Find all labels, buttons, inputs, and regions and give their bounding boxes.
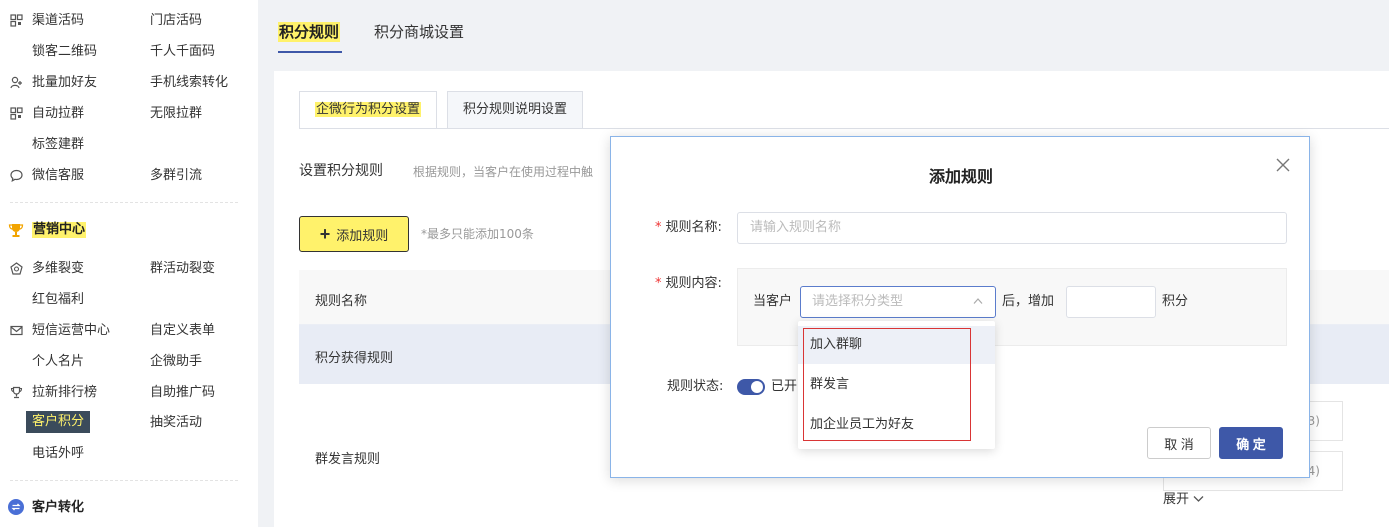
sidebar-item-red-packet[interactable]: 红包福利 bbox=[32, 292, 84, 308]
add-rule-button[interactable]: + 添加规则 bbox=[299, 216, 409, 252]
sidebar-item-custom-form[interactable]: 自定义表单 bbox=[150, 323, 215, 339]
sidebar-item-auto-group[interactable]: 自动拉群 bbox=[32, 106, 84, 122]
fission-icon bbox=[10, 262, 23, 275]
sidebar-item-lock-qrcode[interactable]: 锁客二维码 bbox=[32, 44, 97, 60]
cancel-button[interactable]: 取 消 bbox=[1147, 427, 1211, 459]
subtab-rule-description[interactable]: 积分规则说明设置 bbox=[447, 91, 584, 129]
trophy-icon bbox=[8, 222, 24, 238]
mail-icon bbox=[10, 324, 23, 337]
close-icon[interactable] bbox=[1275, 157, 1291, 173]
subtab-label: 企微行为积分设置 bbox=[315, 102, 422, 117]
add-friend-icon bbox=[10, 76, 23, 89]
rule-status-value: 已开 bbox=[771, 379, 798, 394]
sidebar-item-multi-group[interactable]: 多群引流 bbox=[150, 168, 202, 184]
sidebar-item-phone-lead[interactable]: 手机线索转化 bbox=[150, 75, 228, 91]
sidebar-item-unlimited-group[interactable]: 无限拉群 bbox=[150, 106, 202, 122]
add-rule-tip: *最多只能添加100条 bbox=[421, 227, 534, 241]
rule-status-toggle[interactable] bbox=[737, 379, 765, 395]
sidebar-item-group-fission[interactable]: 群活动裂变 bbox=[150, 261, 215, 277]
rule-content-label-text: 规则内容: bbox=[665, 276, 722, 291]
rule-after-text: 后，增加 bbox=[1002, 294, 1055, 309]
sidebar-item-store-code[interactable]: 门店活码 bbox=[150, 13, 202, 29]
sidebar-item-batch-add[interactable]: 批量加好友 bbox=[32, 75, 97, 91]
chevron-down-icon bbox=[1193, 496, 1204, 502]
sidebar-item-assistant[interactable]: 企微助手 bbox=[150, 354, 202, 370]
row-label: 群发言规则 bbox=[315, 452, 381, 467]
sidebar: 渠道活码 门店活码 锁客二维码 千人千面码 批量加好友 手机线索转化 自动拉群 … bbox=[0, 0, 258, 527]
required-mark: * bbox=[655, 220, 662, 235]
points-unit: 积分 bbox=[1162, 294, 1189, 309]
sidebar-item-leaderboard[interactable]: 拉新排行榜 bbox=[32, 385, 97, 401]
sidebar-item-channel-code[interactable]: 渠道活码 bbox=[32, 13, 84, 29]
section-description: 根据规则，当客户在使用过程中触 bbox=[413, 165, 594, 179]
expand-link[interactable]: 展开 bbox=[1163, 492, 1204, 508]
qrcode-icon bbox=[10, 14, 23, 27]
points-type-dropdown: 加入群聊 群发言 加企业员工为好友 bbox=[798, 321, 995, 449]
subtab-wecom-behavior[interactable]: 企微行为积分设置 bbox=[299, 91, 438, 129]
points-amount-input[interactable] bbox=[1066, 286, 1156, 318]
sidebar-item-customer-points[interactable]: 客户积分 bbox=[26, 411, 91, 433]
sidebar-divider bbox=[10, 202, 238, 203]
qrcode-icon bbox=[10, 107, 23, 120]
rule-content-label: * 规则内容: bbox=[655, 276, 722, 292]
sidebar-divider bbox=[10, 480, 238, 481]
tab-points-rules[interactable]: 积分规则 bbox=[278, 22, 341, 42]
sidebar-item-sms-center[interactable]: 短信运营中心 bbox=[32, 323, 110, 339]
sidebar-item-personalized-code[interactable]: 千人千面码 bbox=[150, 44, 215, 60]
required-mark: * bbox=[655, 276, 662, 291]
dialog-title: 添加规则 bbox=[928, 167, 993, 186]
sidebar-section-conversion[interactable]: 客户转化 bbox=[32, 500, 84, 516]
section-title: 设置积分规则 bbox=[299, 163, 383, 179]
chevron-up-icon bbox=[973, 298, 983, 304]
tab-points-mall[interactable]: 积分商城设置 bbox=[374, 22, 464, 42]
conversion-icon bbox=[8, 499, 24, 515]
sidebar-item-wechat-service[interactable]: 微信客服 bbox=[32, 168, 84, 184]
sidebar-item-tag-group[interactable]: 标签建群 bbox=[32, 137, 84, 153]
sidebar-item-lottery[interactable]: 抽奖活动 bbox=[150, 415, 202, 431]
option-add-staff-friend[interactable]: 加企业员工为好友 bbox=[798, 406, 995, 444]
points-type-select[interactable]: 请选择积分类型 bbox=[800, 286, 996, 318]
sidebar-item-promo-code[interactable]: 自助推广码 bbox=[150, 385, 215, 401]
points-type-placeholder: 请选择积分类型 bbox=[812, 294, 904, 309]
option-group-speech[interactable]: 群发言 bbox=[798, 366, 995, 404]
option-join-group[interactable]: 加入群聊 bbox=[798, 326, 995, 364]
rule-name-input[interactable]: 请输入规则名称 bbox=[737, 212, 1287, 244]
row-label: 积分获得规则 bbox=[315, 351, 394, 366]
sidebar-item-business-card[interactable]: 个人名片 bbox=[32, 354, 84, 370]
add-rule-label: 添加规则 bbox=[336, 227, 389, 243]
rule-prefix: 当客户 bbox=[753, 294, 793, 309]
rule-name-label-text: 规则名称: bbox=[665, 220, 722, 235]
trophy-outline-icon bbox=[10, 386, 23, 399]
expand-label: 展开 bbox=[1163, 492, 1190, 507]
column-rule-name: 规则名称 bbox=[315, 294, 368, 309]
confirm-button[interactable]: 确 定 bbox=[1219, 427, 1283, 459]
chat-icon bbox=[10, 169, 23, 182]
rule-name-label: * 规则名称: bbox=[655, 220, 722, 236]
sidebar-item-fission[interactable]: 多维裂变 bbox=[32, 261, 84, 277]
subtab-divider bbox=[299, 128, 1389, 129]
active-tab-indicator bbox=[278, 51, 342, 53]
plus-icon: + bbox=[319, 224, 331, 244]
sidebar-item-phone-call[interactable]: 电话外呼 bbox=[32, 446, 84, 462]
rule-status-label: 规则状态: bbox=[667, 379, 724, 394]
sidebar-section-marketing[interactable]: 营销中心 bbox=[32, 222, 87, 238]
